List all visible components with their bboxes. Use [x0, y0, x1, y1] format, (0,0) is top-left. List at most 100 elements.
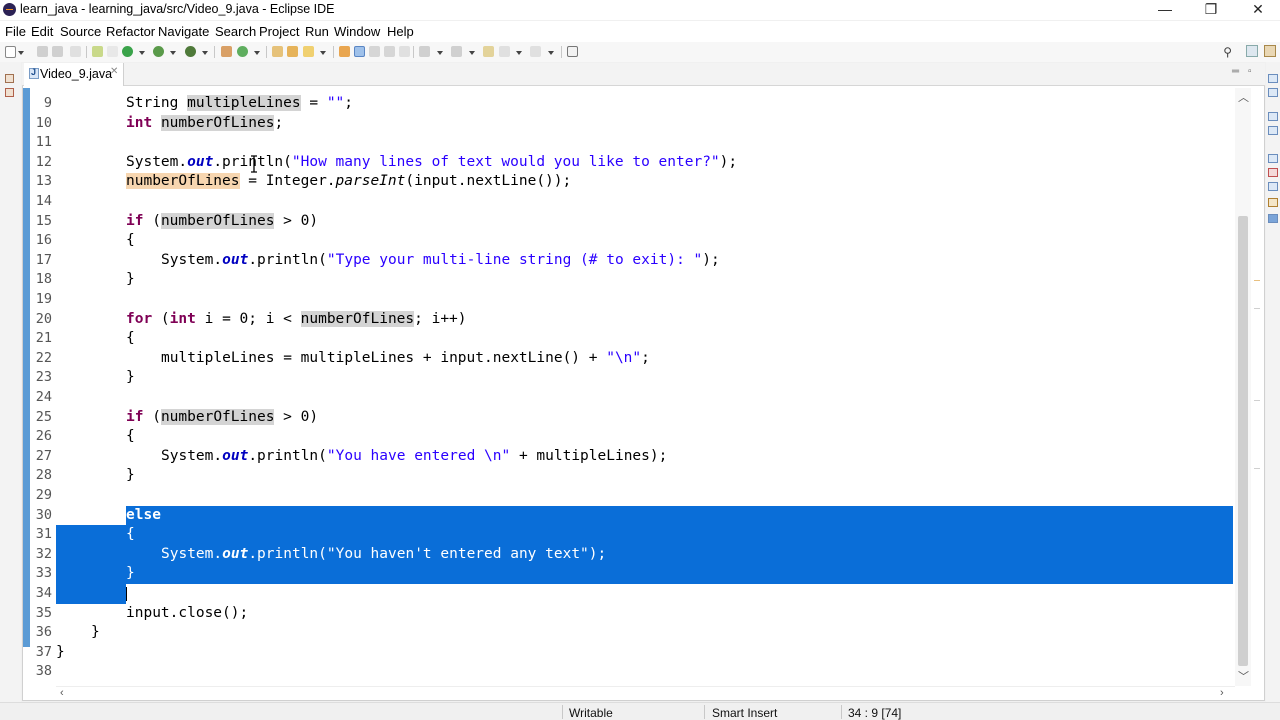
scroll-left-icon[interactable]: ‹ — [60, 687, 64, 699]
new-java-package-icon[interactable] — [221, 46, 232, 57]
line-number: 23 — [35, 369, 52, 386]
code-line: numberOfLines = Integer.parseInt(input.n… — [126, 172, 571, 192]
package-explorer-icon[interactable] — [5, 88, 14, 97]
menu-source[interactable]: Source — [60, 24, 101, 39]
menu-run[interactable]: Run — [305, 24, 329, 39]
console-icon[interactable] — [1268, 198, 1278, 207]
selection-highlight — [56, 525, 1233, 545]
chevron-down-icon[interactable] — [437, 51, 443, 55]
chevron-down-icon[interactable] — [170, 51, 176, 55]
overview-ruler-mark[interactable] — [1254, 468, 1260, 469]
menu-project[interactable]: Project — [259, 24, 299, 39]
pin-editor-icon[interactable] — [567, 46, 578, 57]
new-icon[interactable] — [5, 46, 16, 58]
highlight-icon[interactable] — [354, 46, 365, 57]
code-token: System. — [161, 447, 223, 464]
scroll-right-icon[interactable]: › — [1220, 687, 1224, 699]
settings-icon[interactable] — [107, 46, 118, 57]
code-editor[interactable]: String multipleLines = ""; int numberOfL… — [56, 88, 1233, 686]
scrollbar-thumb[interactable] — [1238, 216, 1248, 666]
code-line: { — [126, 428, 135, 445]
external-tools-icon[interactable] — [185, 46, 196, 57]
line-number: 27 — [35, 447, 52, 464]
save-all-icon[interactable] — [52, 46, 63, 57]
progress-icon[interactable] — [1268, 214, 1278, 223]
chevron-down-icon[interactable] — [469, 51, 475, 55]
java-perspective-icon[interactable] — [1264, 45, 1276, 57]
javadoc-icon[interactable] — [1268, 168, 1278, 177]
toggle-mark-occurrences-icon[interactable] — [339, 46, 350, 57]
restore-button[interactable]: ❐ — [1188, 0, 1234, 20]
horizontal-scrollbar[interactable]: ‹ › — [56, 686, 1235, 700]
code-token: numberOfLines — [160, 212, 275, 229]
code-line: System.out.println("You have entered \n"… — [161, 447, 667, 467]
overview-ruler-mark[interactable] — [1254, 280, 1260, 281]
search-icon[interactable] — [303, 46, 314, 57]
menu-navigate[interactable]: Navigate — [158, 24, 209, 39]
menu-help[interactable]: Help — [387, 24, 414, 39]
block-selection-icon[interactable] — [369, 46, 380, 57]
last-edit-location-icon[interactable] — [483, 46, 494, 57]
scroll-down-icon[interactable]: ﹀ — [1238, 668, 1249, 684]
previous-annotation-icon[interactable] — [451, 46, 462, 57]
restore-view-icon[interactable] — [5, 74, 14, 83]
code-token: "You have entered \n" — [326, 447, 511, 464]
menu-search[interactable]: Search — [215, 24, 256, 39]
minimize-button[interactable]: — — [1142, 0, 1188, 20]
line-number-ruler[interactable]: 9 10 11 12 13 14 15 16 17 18 19 20 21 22… — [30, 88, 56, 686]
open-perspective-icon[interactable] — [1246, 45, 1258, 57]
task-list-icon[interactable] — [1268, 112, 1278, 121]
code-line: input.close(); — [126, 604, 249, 621]
next-annotation-icon[interactable] — [419, 46, 430, 57]
chevron-down-icon[interactable] — [18, 51, 24, 55]
word-wrap-icon[interactable] — [384, 46, 395, 57]
close-window-button[interactable]: ✕ — [1235, 0, 1280, 20]
code-token: .println( — [248, 251, 327, 268]
menu-edit[interactable]: Edit — [31, 24, 53, 39]
open-type-icon[interactable] — [272, 46, 283, 57]
tab-video-9-java[interactable]: Video_9.java ✕ — [24, 63, 124, 86]
menu-file[interactable]: File — [5, 24, 26, 39]
chevron-down-icon[interactable] — [254, 51, 260, 55]
restore-view-icon[interactable] — [1268, 74, 1278, 83]
chevron-down-icon[interactable] — [320, 51, 326, 55]
menu-bar: File Edit Source Refactor Navigate Searc… — [0, 21, 1280, 42]
code-token: numberOfLines — [160, 114, 275, 131]
vertical-scrollbar[interactable]: ︿ ﹀ — [1235, 88, 1251, 686]
scroll-up-icon[interactable]: ︿ — [1238, 89, 1249, 105]
search-icon[interactable]: ⚲ — [1223, 45, 1232, 59]
new-java-class-icon[interactable] — [237, 46, 248, 57]
line-number: 21 — [35, 330, 52, 347]
open-folder-icon[interactable] — [287, 46, 298, 57]
run-icon[interactable] — [122, 46, 133, 57]
line-number: 12 — [35, 153, 52, 170]
back-icon[interactable] — [499, 46, 510, 57]
code-line: } — [56, 643, 65, 660]
close-icon[interactable]: ✕ — [110, 66, 118, 77]
chevron-down-icon[interactable] — [202, 51, 208, 55]
overview-ruler-mark[interactable] — [1254, 400, 1260, 401]
line-number: 19 — [35, 291, 52, 307]
coverage-icon[interactable] — [153, 46, 164, 57]
code-token: else — [126, 506, 161, 523]
show-whitespace-icon[interactable] — [399, 46, 410, 57]
problems-icon[interactable] — [1268, 154, 1278, 163]
chevron-down-icon[interactable] — [139, 51, 145, 55]
line-number: 14 — [35, 193, 52, 209]
debug-icon[interactable] — [92, 46, 103, 57]
overview-ruler-mark[interactable] — [1254, 308, 1260, 309]
forward-icon[interactable] — [530, 46, 541, 57]
restore-view-icon[interactable] — [1268, 126, 1278, 135]
save-icon[interactable] — [37, 46, 48, 57]
outline-icon[interactable] — [1268, 88, 1278, 97]
minimize-editor-icon[interactable]: ═ — [1232, 66, 1239, 77]
line-number: 9 — [43, 95, 52, 111]
maximize-editor-icon[interactable]: ▫ — [1248, 66, 1252, 77]
declaration-icon[interactable] — [1268, 182, 1278, 191]
chevron-down-icon[interactable] — [516, 51, 522, 55]
menu-refactor[interactable]: Refactor — [106, 24, 155, 39]
code-token: numberOfLines — [126, 173, 240, 190]
chevron-down-icon[interactable] — [548, 51, 554, 55]
skip-breakpoints-icon[interactable] — [70, 46, 81, 57]
menu-window[interactable]: Window — [334, 24, 380, 39]
